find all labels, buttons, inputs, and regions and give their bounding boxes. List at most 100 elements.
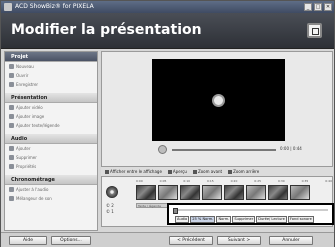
- timeline-toolbar: Afficher entre le affichage Aperçu Zoom av…: [101, 167, 333, 176]
- sidebar-item-icon: [9, 82, 14, 87]
- audio-cd-icon: [106, 186, 118, 198]
- page-title: Modifier la présentation: [11, 22, 202, 38]
- sidebar-group-header[interactable]: Chronométrage: [5, 175, 97, 185]
- toolbar-item[interactable]: Zoom avant: [192, 167, 223, 176]
- clip-thumbnail[interactable]: [202, 185, 222, 200]
- sidebar-item[interactable]: Ajouter vidéo: [5, 103, 97, 112]
- clip-thumbnail[interactable]: [136, 185, 156, 200]
- popup-button[interactable]: Supprimer: [232, 216, 256, 223]
- window-controls: _ □ ✕: [304, 3, 332, 11]
- sidebar-group-header[interactable]: Projet: [5, 52, 97, 62]
- minimize-button[interactable]: _: [304, 3, 312, 11]
- sidebar-item-icon: [9, 114, 14, 119]
- track-labels: © 2 © 1: [106, 203, 114, 215]
- sidebar-item-label: Ouvrir: [16, 73, 29, 78]
- clip-thumbnail[interactable]: [290, 185, 310, 200]
- time-ruler: 0:00 0:05 0:10 0:15 0:20 0:25 0:30 0:35 0:40: [136, 179, 332, 184]
- sidebar-group: Présentation Ajouter vidéo Ajouter image Aj…: [5, 93, 97, 130]
- sidebar-group: Chronométrage Ajuster à l'audio Mélangeur …: [5, 175, 97, 203]
- sidebar-group: Projet Nouveau Ouvrir Enregistrer: [5, 52, 97, 89]
- ruler-tick-label: 0:10: [183, 179, 191, 183]
- toolbar-item-icon: [228, 169, 233, 174]
- audio-clip-popup: Audio 25 % Norm. Norm. Supprimer Durée/ Lect…: [167, 203, 334, 225]
- popup-button[interactable]: Fond sonore: [287, 216, 314, 223]
- clip-thumbnail[interactable]: [224, 185, 244, 200]
- sidebar-item[interactable]: Ajouter: [5, 144, 97, 153]
- toolbar-item-label: Zoom arrière: [233, 169, 260, 174]
- preview-logo-icon: [212, 94, 225, 107]
- options-button[interactable]: Options...: [51, 236, 91, 245]
- preview-panel: 0:00 | 0:44: [101, 51, 333, 167]
- sidebar-item[interactable]: Ajouter image: [5, 112, 97, 121]
- ruler-tick-label: 0:15: [206, 179, 214, 183]
- toolbar-item-label: Zoom avant: [197, 169, 223, 174]
- sidebar-item[interactable]: Ouvrir: [5, 71, 97, 80]
- sidebar-item-icon: [9, 146, 14, 151]
- previous-button[interactable]: < Précédent: [169, 236, 213, 245]
- toolbar-item[interactable]: Afficher entre le affichage: [105, 167, 162, 176]
- play-button[interactable]: [158, 145, 167, 154]
- position-slider[interactable]: [173, 208, 328, 214]
- sidebar-group-header[interactable]: Audio: [5, 134, 97, 144]
- clip-thumbnail[interactable]: [246, 185, 266, 200]
- sidebar-item-label: Ajouter: [16, 146, 31, 151]
- clip-thumbnail[interactable]: [268, 185, 288, 200]
- slider-handle[interactable]: [173, 208, 178, 214]
- sidebar-group-header[interactable]: Présentation: [5, 93, 97, 103]
- track-label: © 1: [106, 209, 114, 214]
- sidebar-item[interactable]: Ajuster à l'audio: [5, 185, 97, 194]
- storyboard-clips: [136, 185, 310, 200]
- window-title: ACD ShowBiz® for PIXELA: [15, 3, 94, 10]
- popup-button[interactable]: Audio: [175, 216, 190, 223]
- ruler-tick-label: 0:00: [136, 179, 143, 183]
- sidebar-item[interactable]: Supprimer: [5, 153, 97, 162]
- toolbar-item-icon: [167, 169, 172, 174]
- header-banner: Modifier la présentation: [1, 13, 334, 49]
- sidebar-item-icon: [9, 196, 14, 201]
- sidebar-item-label: Ajuster à l'audio: [16, 187, 49, 192]
- sidebar-item[interactable]: Mélangeur de son: [5, 194, 97, 203]
- popup-button[interactable]: Durée/ Lecture: [256, 216, 287, 223]
- sidebar-item[interactable]: Nouveau: [5, 62, 97, 71]
- showbiz-logo-icon: [307, 23, 322, 38]
- sidebar-item[interactable]: Enregistrer: [5, 80, 97, 89]
- toolbar-item-icon: [192, 169, 197, 174]
- clip-thumbnail[interactable]: [158, 185, 178, 200]
- timecode: 0:00 | 0:44: [280, 146, 302, 151]
- toolbar-item[interactable]: Zoom arrière: [228, 167, 259, 176]
- clip-thumbnail[interactable]: [180, 185, 200, 200]
- cancel-button[interactable]: Annuler: [269, 236, 313, 245]
- sidebar-item-label: Nouveau: [16, 64, 34, 69]
- title-bar: ACD ShowBiz® for PIXELA _ □ ✕: [1, 1, 334, 13]
- sidebar-item-icon: [9, 64, 14, 69]
- sidebar-item-label: Ajouter texte/légende: [16, 123, 60, 128]
- toolbar-item-label: Afficher entre le affichage: [110, 169, 162, 174]
- help-button[interactable]: Aide: [9, 236, 47, 245]
- ruler-tick-label: 0:20: [230, 179, 238, 183]
- toolbar-item-label: Aperçu: [172, 169, 187, 174]
- toolbar-item-icon: [105, 169, 109, 174]
- task-sidebar: Projet Nouveau Ouvrir Enregistrer Présentati…: [4, 51, 98, 231]
- sidebar-item-icon: [9, 187, 14, 192]
- bottom-bar: Aide Options... < Précédent Suivant > An…: [1, 232, 334, 247]
- toolbar-item[interactable]: Aperçu: [167, 167, 187, 176]
- maximize-button[interactable]: □: [314, 3, 322, 11]
- sidebar-item-icon: [9, 73, 14, 78]
- popup-button[interactable]: Norm.: [216, 216, 232, 223]
- sidebar-item[interactable]: Ajouter texte/légende: [5, 121, 97, 130]
- ruler-tick-label: 0:25: [254, 179, 262, 183]
- close-button[interactable]: ✕: [324, 3, 332, 11]
- video-preview: [152, 59, 285, 141]
- ruler-tick-label: 0:30: [277, 179, 285, 183]
- sidebar-item[interactable]: Propriétés: [5, 162, 97, 171]
- sidebar-item-label: Enregistrer: [16, 82, 39, 87]
- ruler-tick-label: 0:35: [301, 179, 309, 183]
- seek-bar[interactable]: [172, 149, 276, 151]
- popup-button-row: Audio 25 % Norm. Norm. Supprimer Durée/ Lect…: [175, 216, 314, 223]
- ruler-tick-label: 0:40: [325, 179, 332, 183]
- sidebar-item-label: Mélangeur de son: [16, 196, 52, 201]
- next-button[interactable]: Suivant >: [217, 236, 261, 245]
- popup-button[interactable]: 25 % Norm.: [190, 216, 216, 223]
- sidebar-item-icon: [9, 123, 14, 128]
- sidebar-item-label: Supprimer: [16, 155, 37, 160]
